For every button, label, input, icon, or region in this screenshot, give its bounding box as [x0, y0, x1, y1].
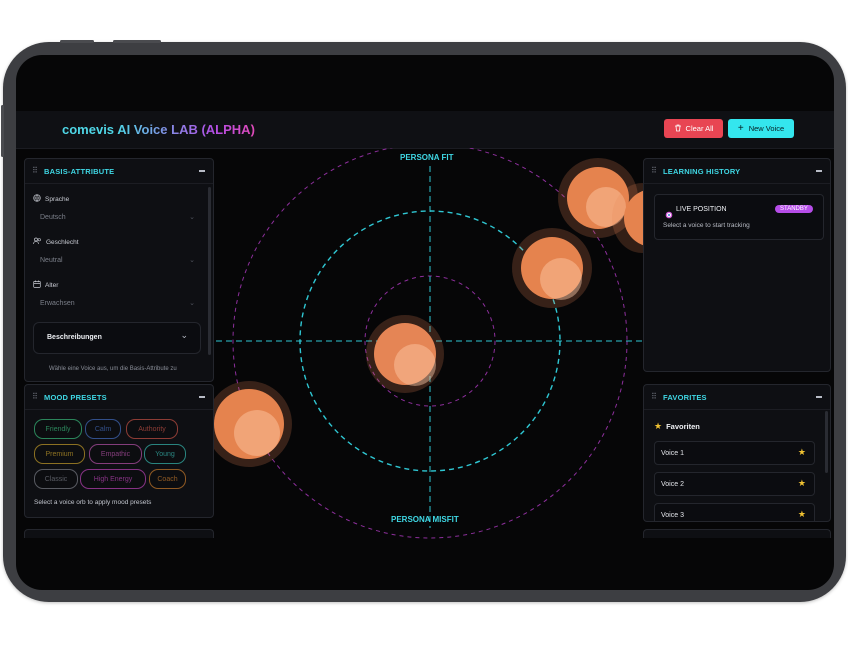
star-icon[interactable]: ★ — [798, 479, 806, 488]
tablet-top-button — [60, 40, 94, 43]
geschlecht-label-text: Geschlecht — [46, 238, 79, 246]
geschlecht-label: Geschlecht — [33, 237, 79, 247]
app-title: comevis AI Voice LAB (ALPHA) — [62, 122, 255, 137]
alter-label-text: Alter — [45, 281, 59, 289]
drag-handle-icon[interactable]: ⠿ — [32, 393, 38, 401]
mood-panel-title: MOOD PRESETS — [44, 392, 107, 402]
basis-attribute-panel: ⠿ BASIS-ATTRIBUTE Sprache Deutsch ⌄ Gesc… — [24, 158, 214, 382]
basis-panel-title: BASIS-ATTRIBUTE — [44, 166, 115, 176]
tablet-top-button — [113, 40, 161, 43]
alter-value: Erwachsen — [40, 300, 75, 307]
app-title-brand: comevis — [62, 122, 115, 137]
live-position-card: LIVE POSITION STANDBY Select a voice to … — [654, 194, 824, 240]
sprache-value: Deutsch — [40, 214, 66, 221]
collapse-icon[interactable] — [199, 396, 205, 398]
basis-hint: Wähle eine Voice aus, um die Basis-Attri… — [49, 366, 177, 372]
favorites-heading: ★ Favoriten — [654, 421, 700, 432]
geschlecht-select[interactable]: Neutral ⌄ — [40, 253, 195, 268]
geschlecht-value: Neutral — [40, 257, 63, 264]
new-voice-button[interactable]: + New Voice — [728, 119, 794, 138]
sprache-select[interactable]: Deutsch ⌄ — [40, 210, 195, 225]
voice-orb-highlight — [234, 410, 280, 456]
sprache-label-text: Sprache — [45, 195, 70, 203]
collapse-icon[interactable] — [816, 170, 822, 172]
mood-chip[interactable]: Authority — [126, 419, 178, 439]
globe-icon — [33, 194, 41, 204]
star-icon: ★ — [654, 421, 663, 431]
sprache-label: Sprache — [33, 194, 69, 204]
favorite-item-label: Voice 3 — [661, 511, 684, 519]
drag-handle-icon[interactable]: ⠿ — [32, 167, 38, 175]
favorites-heading-text: Favoriten — [666, 422, 700, 431]
app-header: comevis AI Voice LAB (ALPHA) Clear All +… — [16, 111, 834, 149]
drag-handle-icon[interactable]: ⠿ — [651, 393, 657, 401]
mood-panel-header: ⠿ MOOD PRESETS — [25, 385, 213, 410]
drag-handle-icon[interactable]: ⠿ — [651, 167, 657, 175]
star-icon[interactable]: ★ — [798, 448, 806, 457]
mood-chip[interactable]: Empathic — [89, 444, 142, 464]
chevron-down-icon: ⌄ — [189, 214, 195, 221]
history-panel-header: ⠿ LEARNING HISTORY — [644, 159, 830, 184]
persona-fit-label: PERSONA FIT — [400, 153, 454, 162]
favorite-item[interactable]: Voice 3 ★ — [654, 503, 815, 521]
chevron-down-icon: ⌄ — [189, 257, 195, 264]
chevron-down-icon: ⌄ — [189, 300, 195, 307]
beschreibungen-accordion[interactable]: Beschreibungen ⌄ — [33, 322, 201, 354]
collapse-icon[interactable] — [816, 396, 822, 398]
collapse-icon[interactable] — [199, 170, 205, 172]
alter-select[interactable]: Erwachsen ⌄ — [40, 296, 195, 311]
users-icon — [33, 237, 42, 247]
clear-all-button[interactable]: Clear All — [664, 119, 723, 138]
app-title-product: AI Voice LAB (ALPHA) — [117, 122, 255, 137]
collapsed-panel-edge — [24, 529, 214, 538]
alter-label: Alter — [33, 280, 58, 290]
voice-orb-highlight — [394, 344, 436, 386]
learning-history-panel: ⠿ LEARNING HISTORY LIVE POSITION STANDBY… — [643, 158, 831, 372]
collapsed-panel-edge — [643, 529, 831, 538]
mood-chip[interactable]: Calm — [85, 419, 121, 439]
status-badge: STANDBY — [775, 205, 813, 213]
beschreibungen-label: Beschreibungen — [47, 334, 102, 341]
favorites-scrollbar[interactable] — [825, 411, 828, 473]
mood-hint: Select a voice orb to apply mood presets — [34, 499, 152, 506]
mood-chip[interactable]: High Energy — [80, 469, 146, 489]
mood-chip[interactable]: Friendly — [34, 419, 82, 439]
voice-orb-highlight — [540, 258, 582, 300]
favorite-item-label: Voice 1 — [661, 449, 684, 457]
new-voice-label: New Voice — [748, 124, 785, 133]
tablet-side-button — [1, 105, 4, 157]
mood-chip[interactable]: Classic — [34, 469, 78, 489]
favorites-panel: ⠿ FAVORITES ★ Favoriten Voice 1 ★ Voice … — [643, 384, 831, 522]
chevron-down-icon: ⌄ — [180, 330, 188, 340]
live-position-label: LIVE POSITION — [676, 206, 727, 213]
favorites-panel-title: FAVORITES — [663, 392, 707, 402]
favorite-item-label: Voice 2 — [661, 480, 684, 488]
star-icon[interactable]: ★ — [798, 510, 806, 519]
trash-icon — [674, 124, 682, 134]
mood-chip[interactable]: Coach — [149, 469, 186, 489]
persona-misfit-label: PERSONA MISFIT — [391, 515, 459, 524]
favorites-panel-header: ⠿ FAVORITES — [644, 385, 830, 410]
plus-icon: + — [737, 122, 744, 134]
favorite-item[interactable]: Voice 1 ★ — [654, 441, 815, 465]
calendar-icon — [33, 280, 41, 290]
basis-panel-header: ⠿ BASIS-ATTRIBUTE — [25, 159, 213, 184]
history-hint: Select a voice to start tracking — [663, 222, 750, 229]
favorite-item[interactable]: Voice 2 ★ — [654, 472, 815, 496]
clear-all-label: Clear All — [685, 124, 714, 133]
mood-presets-panel: ⠿ MOOD PRESETS Friendly Calm Authority Prem… — [24, 384, 214, 518]
mood-chip[interactable]: Premium — [34, 444, 85, 464]
history-panel-title: LEARNING HISTORY — [663, 166, 741, 176]
basis-scrollbar[interactable] — [208, 187, 211, 355]
app-screen: comevis AI Voice LAB (ALPHA) Clear All +… — [16, 55, 834, 590]
mood-chip[interactable]: Young — [144, 444, 186, 464]
